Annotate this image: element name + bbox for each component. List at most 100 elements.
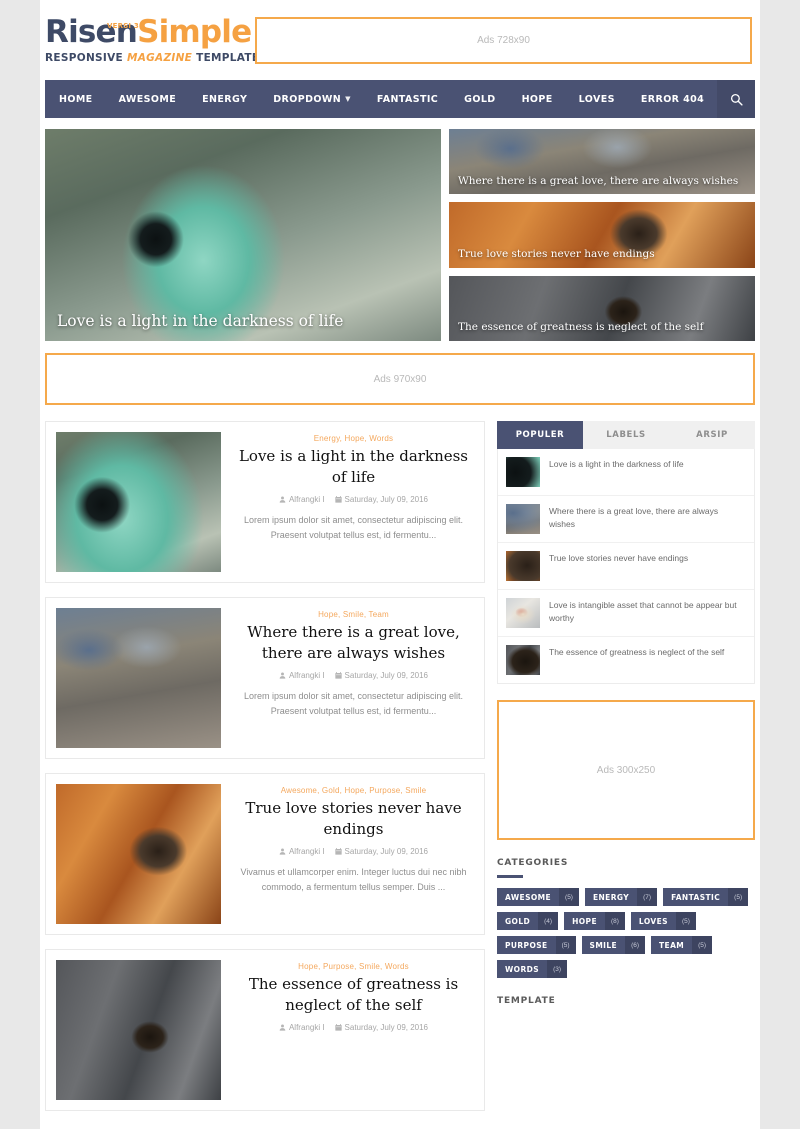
popular-post-thumbnail — [506, 551, 540, 581]
categories-widget-title: CATEGORIES — [497, 858, 755, 868]
post-date: Saturday, July 09, 2016 — [335, 671, 428, 680]
ad-banner-728x90[interactable]: Ads 728x90 — [255, 17, 752, 64]
category-chip-energy[interactable]: ENERGY(7) — [585, 888, 657, 906]
tagline-magazine: MAGAZINE — [127, 52, 192, 64]
category-chip-count: (5) — [559, 888, 579, 906]
category-chip-team[interactable]: TEAM(5) — [651, 936, 712, 954]
post-meta: Alfrangki I Saturday, July 09, 2016 — [279, 671, 428, 680]
content-area: Energy, Hope, Words Love is a light in th… — [45, 421, 755, 1125]
sidebar-tab-arsip[interactable]: ARSIP — [669, 421, 755, 449]
category-chip-label: ENERGY — [585, 888, 637, 906]
nav-item-loves[interactable]: LOVES — [566, 80, 628, 118]
post-title[interactable]: True love stories never have endings — [233, 798, 474, 840]
category-chip-fantastic[interactable]: FANTASTIC(5) — [663, 888, 748, 906]
nav-item-label: DROPDOWN — [273, 94, 341, 105]
post-thumbnail[interactable] — [56, 784, 221, 924]
post-categories[interactable]: Awesome, Gold, Hope, Purpose, Smile — [281, 786, 427, 795]
category-chip-label: GOLD — [497, 912, 538, 930]
site-header: VERSI 3RisenSimple RESPONSIVE MAGAZINE T… — [40, 0, 760, 80]
post-categories[interactable]: Hope, Smile, Team — [318, 610, 389, 619]
post-author-name: Alfrangki I — [289, 671, 325, 680]
popular-post-item[interactable]: True love stories never have endings — [498, 543, 754, 590]
popular-post-item[interactable]: Love is intangible asset that cannot be … — [498, 590, 754, 637]
post-title[interactable]: Where there is a great love, there are a… — [233, 622, 474, 664]
ad-banner-970x90[interactable]: Ads 970x90 — [45, 353, 755, 405]
post-card[interactable]: Hope, Purpose, Smile, Words The essence o… — [45, 949, 485, 1111]
post-date-text: Saturday, July 09, 2016 — [345, 671, 428, 680]
featured-side-item[interactable]: Where there is a great love, there are a… — [449, 129, 755, 194]
chevron-down-icon: ▼ — [345, 95, 351, 103]
post-thumbnail-image — [56, 432, 221, 572]
post-author-name: Alfrangki I — [289, 847, 325, 856]
nav-item-label: AWESOME — [119, 94, 177, 105]
main-navigation: HOME AWESOME ENERGY DROPDOWN ▼ FANTASTIC GOLDH… — [45, 80, 755, 118]
calendar-icon — [335, 672, 342, 679]
logo-text-part1: Rise — [45, 14, 116, 50]
search-icon — [730, 93, 743, 106]
category-chip-purpose[interactable]: PURPOSE(5) — [497, 936, 576, 954]
category-chip-smile[interactable]: SMILE(6) — [582, 936, 646, 954]
nav-item-awesome[interactable]: AWESOME — [106, 80, 190, 118]
category-chip-count: (4) — [538, 912, 558, 930]
nav-item-label: LOVES — [579, 94, 615, 105]
featured-slider-area: Love is a light in the darkness of life … — [45, 129, 755, 341]
featured-main-slide[interactable]: Love is a light in the darkness of life — [45, 129, 441, 341]
featured-side-item[interactable]: The essence of greatness is neglect of t… — [449, 276, 755, 341]
featured-side-title: True love stories never have endings — [458, 248, 746, 262]
logo-wordmark: VERSI 3RisenSimple — [45, 16, 255, 48]
post-categories[interactable]: Energy, Hope, Words — [314, 434, 394, 443]
post-card[interactable]: Hope, Smile, Team Where there is a great … — [45, 597, 485, 759]
nav-item-gold[interactable]: GOLD — [451, 80, 508, 118]
category-chip-awesome[interactable]: AWESOME(5) — [497, 888, 579, 906]
ad-banner-300x250[interactable]: Ads 300x250 — [497, 700, 755, 840]
popular-post-item[interactable]: Love is a light in the darkness of life — [498, 449, 754, 496]
post-meta: Alfrangki ISaturday, July 09, 2016 — [279, 1023, 428, 1032]
category-chip-count: (6) — [625, 936, 645, 954]
user-icon — [279, 848, 286, 855]
post-title[interactable]: The essence of greatness is neglect of t… — [233, 974, 474, 1016]
category-chip-label: TEAM — [651, 936, 692, 954]
post-thumbnail[interactable] — [56, 608, 221, 748]
sidebar-tabs: POPULERLABELSARSIP — [497, 421, 755, 449]
nav-item-energy[interactable]: ENERGY — [189, 80, 260, 118]
site-logo[interactable]: VERSI 3RisenSimple RESPONSIVE MAGAZINE T… — [40, 16, 255, 64]
category-chip-gold[interactable]: GOLD(4) — [497, 912, 558, 930]
nav-item-home[interactable]: HOME — [45, 80, 106, 118]
featured-side-title: The essence of greatness is neglect of t… — [458, 321, 746, 335]
category-chip-loves[interactable]: LOVES(5) — [631, 912, 696, 930]
nav-item-dropdown[interactable]: DROPDOWN ▼ — [260, 80, 364, 118]
logo-tagline: RESPONSIVE MAGAZINE TEMPLATE — [45, 52, 255, 64]
post-thumbnail-image — [56, 960, 221, 1100]
featured-side-title: Where there is a great love, there are a… — [458, 175, 746, 189]
nav-item-hope[interactable]: HOPE — [509, 80, 566, 118]
category-chip-label: LOVES — [631, 912, 676, 930]
featured-side-item[interactable]: True love stories never have endings — [449, 202, 755, 267]
featured-main-title: Love is a light in the darkness of life — [57, 311, 429, 331]
post-author: Alfrangki I — [279, 847, 325, 856]
category-chip-words[interactable]: WORDS(3) — [497, 960, 567, 978]
post-date: Saturday, July 09, 2016 — [335, 1023, 428, 1032]
post-thumbnail[interactable] — [56, 432, 221, 572]
post-title[interactable]: Love is a light in the darkness of life — [233, 446, 474, 488]
post-card[interactable]: Awesome, Gold, Hope, Purpose, Smile True … — [45, 773, 485, 935]
nav-item-error-404[interactable]: ERROR 404 — [628, 80, 717, 118]
popular-post-title: Where there is a great love, there are a… — [549, 504, 746, 531]
widget-title-rule — [497, 875, 523, 878]
nav-item-label: FANTASTIC — [377, 94, 438, 105]
post-thumbnail[interactable] — [56, 960, 221, 1100]
category-chip-label: HOPE — [564, 912, 605, 930]
category-chip-hope[interactable]: HOPE(8) — [564, 912, 625, 930]
popular-post-item[interactable]: The essence of greatness is neglect of t… — [498, 637, 754, 683]
nav-item-fantastic[interactable]: FANTASTIC — [364, 80, 451, 118]
post-categories[interactable]: Hope, Purpose, Smile, Words — [298, 962, 409, 971]
search-button[interactable] — [717, 80, 755, 118]
category-chip-count: (3) — [547, 960, 567, 978]
post-card[interactable]: Energy, Hope, Words Love is a light in th… — [45, 421, 485, 583]
sidebar-tab-populer[interactable]: POPULER — [497, 421, 583, 449]
popular-post-title: Love is a light in the darkness of life — [549, 457, 684, 471]
popular-posts-list: Love is a light in the darkness of life W… — [497, 449, 755, 684]
sidebar-tab-labels[interactable]: LABELS — [583, 421, 669, 449]
popular-post-title: Love is intangible asset that cannot be … — [549, 598, 746, 625]
category-chip-count: (8) — [605, 912, 625, 930]
popular-post-item[interactable]: Where there is a great love, there are a… — [498, 496, 754, 543]
